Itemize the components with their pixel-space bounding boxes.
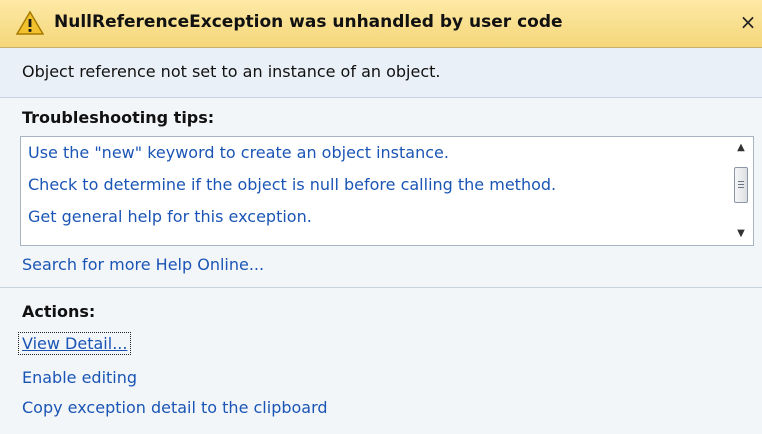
enable-editing-link[interactable]: Enable editing xyxy=(22,368,137,387)
troubleshooting-tips-list: Use the "new" keyword to create an objec… xyxy=(20,136,754,246)
grip-line xyxy=(738,184,744,185)
actions-heading: Actions: xyxy=(22,302,96,321)
tips-scrollbar[interactable]: ▲ ▼ xyxy=(729,137,753,245)
scrollbar-thumb[interactable] xyxy=(734,167,748,203)
troubleshooting-heading: Troubleshooting tips: xyxy=(22,108,215,127)
copy-exception-detail-link[interactable]: Copy exception detail to the clipboard xyxy=(22,398,328,417)
scroll-up-arrow-icon[interactable]: ▲ xyxy=(729,139,753,157)
exception-assistant-dialog: NullReferenceException was unhandled by … xyxy=(0,0,762,434)
close-button[interactable]: × xyxy=(738,10,758,34)
tip-link[interactable]: Check to determine if the object is null… xyxy=(28,175,556,194)
actions-section: Actions: View Detail... Enable editing C… xyxy=(0,288,762,434)
tip-link[interactable]: Get general help for this exception. xyxy=(28,207,312,226)
title-bar: NullReferenceException was unhandled by … xyxy=(0,0,762,48)
exception-message: Object reference not set to an instance … xyxy=(22,62,441,81)
grip-line xyxy=(738,181,744,182)
exception-message-area: Object reference not set to an instance … xyxy=(0,48,762,98)
dialog-title: NullReferenceException was unhandled by … xyxy=(54,12,563,32)
grip-line xyxy=(738,187,744,188)
warning-icon xyxy=(16,10,44,35)
troubleshooting-section: Troubleshooting tips: Use the "new" keyw… xyxy=(0,98,762,288)
search-help-online-link[interactable]: Search for more Help Online... xyxy=(22,255,264,274)
scroll-down-arrow-icon[interactable]: ▼ xyxy=(729,225,753,243)
tip-link[interactable]: Use the "new" keyword to create an objec… xyxy=(28,143,449,162)
view-detail-link[interactable]: View Detail... xyxy=(18,332,132,355)
